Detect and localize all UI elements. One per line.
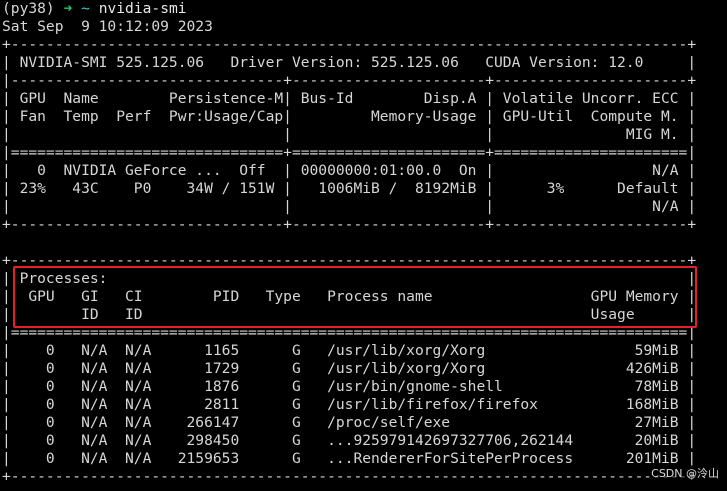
gpu-header-row-1: | GPU Name Persistence-M| Bus-Id Disp.A … — [2, 90, 697, 107]
header-separator: |===============================+=======… — [2, 144, 697, 161]
gpu-row-3: | | | N/A | — [2, 198, 697, 215]
table-border: +---------------------------------------… — [2, 36, 697, 53]
gpu-row-2: | 23% 43C P0 34W / 151W | 1006MiB / 8192… — [2, 180, 697, 197]
gpu-row-1: | 0 NVIDIA GeForce ... Off | 00000000:01… — [2, 162, 697, 179]
gpu-header-row-3: | | | MIG M. | — [2, 126, 697, 143]
version-line: | NVIDIA-SMI 525.125.06 Driver Version: … — [2, 54, 697, 71]
table-border: +-------------------------------+-------… — [2, 216, 697, 233]
process-row: | 0 N/A N/A 266147 G /proc/self/exe 27Mi… — [2, 414, 697, 431]
process-row: | 0 N/A N/A 1165 G /usr/lib/xorg/Xorg 59… — [2, 342, 697, 359]
conda-env-label: (py38) — [2, 0, 55, 17]
process-row: | 0 N/A N/A 2811 G /usr/lib/firefox/fire… — [2, 396, 697, 413]
prompt-cwd: ~ — [81, 0, 90, 17]
prompt-command: nvidia-smi — [98, 0, 187, 17]
csdn-watermark: CSDN @泠山 — [649, 465, 721, 481]
table-border: +---------------------------------------… — [2, 468, 697, 485]
process-row: | 0 N/A N/A 1876 G /usr/bin/gnome-shell … — [2, 378, 697, 395]
process-row: | 0 N/A N/A 1729 G /usr/lib/xorg/Xorg 42… — [2, 360, 697, 377]
terminal-window[interactable]: (py38) ➜ ~ nvidia-smi Sat Sep 9 10:12:09… — [0, 0, 727, 491]
process-row: | 0 N/A N/A 2159653 G ...RendererForSite… — [2, 450, 697, 467]
shell-prompt-line: (py38) ➜ ~ nvidia-smi — [2, 0, 187, 18]
timestamp-line: Sat Sep 9 10:12:09 2023 — [2, 18, 213, 35]
prompt-arrow-icon: ➜ — [63, 0, 73, 17]
process-row: | 0 N/A N/A 298450 G ...9259791426973277… — [2, 432, 697, 449]
table-separator: |-------------------------------+-------… — [2, 72, 697, 89]
gpu-header-row-2: | Fan Temp Perf Pwr:Usage/Cap| Memory-Us… — [2, 108, 697, 125]
processes-header-highlight-box — [13, 266, 697, 328]
